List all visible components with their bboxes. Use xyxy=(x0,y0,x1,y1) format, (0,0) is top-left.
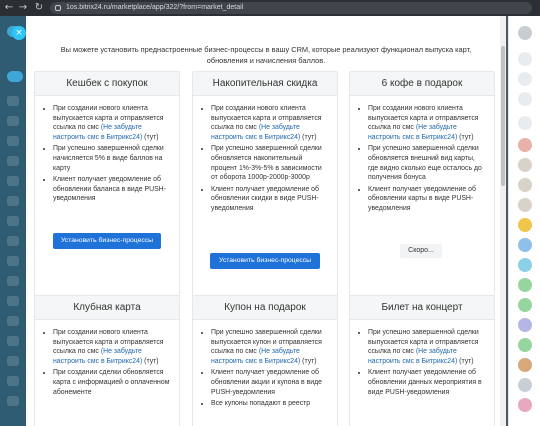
list-item: Клиент получает уведомление об обновлени… xyxy=(368,185,486,214)
card-coffee-gift: 6 кофе в подарок При создании нового кли… xyxy=(349,71,495,297)
rail-item-icon[interactable] xyxy=(7,216,19,226)
reload-icon[interactable]: ↻ xyxy=(33,2,45,14)
list-item: При успешно завершенной сделки обновляет… xyxy=(368,144,486,182)
avatar[interactable] xyxy=(518,258,532,272)
card-title: 6 кофе в подарок xyxy=(350,72,494,96)
card-title: Кешбек с покупок xyxy=(35,72,179,96)
rail-item-icon[interactable] xyxy=(7,376,19,386)
rail-item-icon[interactable] xyxy=(7,96,19,106)
list-item: При создании нового клиента выпускается … xyxy=(53,328,171,366)
rail-item-icon[interactable] xyxy=(7,136,19,146)
card-title: Купон на подарок xyxy=(193,296,337,320)
rail-item-icon[interactable] xyxy=(7,336,19,346)
avatar[interactable] xyxy=(518,158,532,172)
card-title: Клубная карта xyxy=(35,296,179,320)
avatar[interactable] xyxy=(518,398,532,412)
url-text: 1os.bitrix24.ru/marketplace/app/322/?fro… xyxy=(66,4,244,11)
list-item: При успешно завершенной сделки обновляет… xyxy=(211,144,329,182)
avatar[interactable] xyxy=(518,138,532,152)
avatar[interactable] xyxy=(518,238,532,252)
business-process-slider: Вы можете установить преднастроенные биз… xyxy=(26,16,506,426)
list-item: При создании нового клиента выпускается … xyxy=(53,104,171,142)
avatar[interactable] xyxy=(518,218,532,232)
rail-item-icon[interactable] xyxy=(7,296,19,306)
list-item: Клиент получает уведомление об обновлени… xyxy=(211,185,329,214)
feature-list: При создании нового клиента выпускается … xyxy=(35,320,179,397)
avatar[interactable] xyxy=(518,298,532,312)
feature-list: При создании нового клиента выпускается … xyxy=(350,96,494,214)
card-club-card: Клубная карта При создании нового клиент… xyxy=(34,295,180,426)
rail-item-icon[interactable] xyxy=(7,256,19,266)
search-icon[interactable] xyxy=(518,116,532,130)
avatar[interactable] xyxy=(518,278,532,292)
right-sidebar xyxy=(508,16,540,426)
avatar[interactable] xyxy=(518,198,532,212)
forward-icon[interactable]: → xyxy=(17,2,29,14)
list-item: При успешно завершенной сделки начисляет… xyxy=(53,144,171,173)
list-item: При создании сделки обновляется карта с … xyxy=(53,368,171,397)
list-item: При создании нового клиента выпускается … xyxy=(368,104,486,142)
feature-list: При создании нового клиента выпускается … xyxy=(193,96,337,214)
card-concert-ticket: Билет на концерт При успешно завершенной… xyxy=(349,295,495,426)
back-icon[interactable]: ← xyxy=(3,2,15,14)
left-menu-rail xyxy=(0,16,26,426)
search-icon[interactable] xyxy=(518,52,532,66)
rail-pill-icon[interactable] xyxy=(7,71,23,82)
install-business-process-button[interactable]: Установить бизнес-процессы xyxy=(210,253,320,269)
help-icon[interactable] xyxy=(518,26,532,40)
rail-item-icon[interactable] xyxy=(7,236,19,246)
feature-list: При успешно завершенной сделки выпускает… xyxy=(350,320,494,397)
rail-item-icon[interactable] xyxy=(7,276,19,286)
feature-list: При создании нового клиента выпускается … xyxy=(35,96,179,204)
install-business-process-button[interactable]: Установить бизнес-процессы xyxy=(53,233,161,249)
card-title: Накопительная скидка xyxy=(193,72,337,96)
chat-icon[interactable] xyxy=(518,92,532,106)
rail-item-icon[interactable] xyxy=(7,176,19,186)
card-cashback: Кешбек с покупок При создании нового кли… xyxy=(34,71,180,297)
browser-toolbar: ← → ↻ 1os.bitrix24.ru/marketplace/app/32… xyxy=(0,0,540,16)
avatar[interactable] xyxy=(518,318,532,332)
list-item: Все купоны попадают в реестр xyxy=(211,399,329,409)
avatar[interactable] xyxy=(518,378,532,392)
coming-soon-button[interactable]: Скоро... xyxy=(400,244,442,258)
card-title: Билет на концерт xyxy=(350,296,494,320)
feature-list: При успешно завершенной сделки выпускает… xyxy=(193,320,337,409)
scrollbar[interactable] xyxy=(500,16,506,426)
avatar[interactable] xyxy=(518,178,532,192)
rail-item-icon[interactable] xyxy=(7,316,19,326)
rail-item-icon[interactable] xyxy=(7,196,19,206)
rail-item-icon[interactable] xyxy=(7,356,19,366)
lock-icon xyxy=(55,5,61,11)
scrollbar-thumb[interactable] xyxy=(501,46,505,186)
card-gift-coupon: Купон на подарок При успешно завершенной… xyxy=(192,295,338,426)
avatar[interactable] xyxy=(518,338,532,352)
list-item: Клиент получает уведомление об обновлени… xyxy=(368,368,486,397)
rail-item-icon[interactable] xyxy=(7,396,19,406)
intro-text: Вы можете установить преднастроенные биз… xyxy=(60,45,472,65)
list-item: При успешно завершенной сделки выпускает… xyxy=(211,328,329,366)
list-item: Клиент получает уведомление об обновлени… xyxy=(53,175,171,204)
close-icon[interactable]: × xyxy=(12,26,26,40)
address-bar[interactable]: 1os.bitrix24.ru/marketplace/app/322/?fro… xyxy=(50,2,532,14)
list-item: При успешно завершенной сделки выпускает… xyxy=(368,328,486,366)
list-item: Клиент получает уведомление об обновлени… xyxy=(211,368,329,397)
rail-item-icon[interactable] xyxy=(7,156,19,166)
notification-icon[interactable] xyxy=(518,72,532,86)
list-item: При создании нового клиента выпускается … xyxy=(211,104,329,142)
avatar[interactable] xyxy=(518,358,532,372)
card-cumulative-discount: Накопительная скидка При создании нового… xyxy=(192,71,338,297)
rail-item-icon[interactable] xyxy=(7,116,19,126)
